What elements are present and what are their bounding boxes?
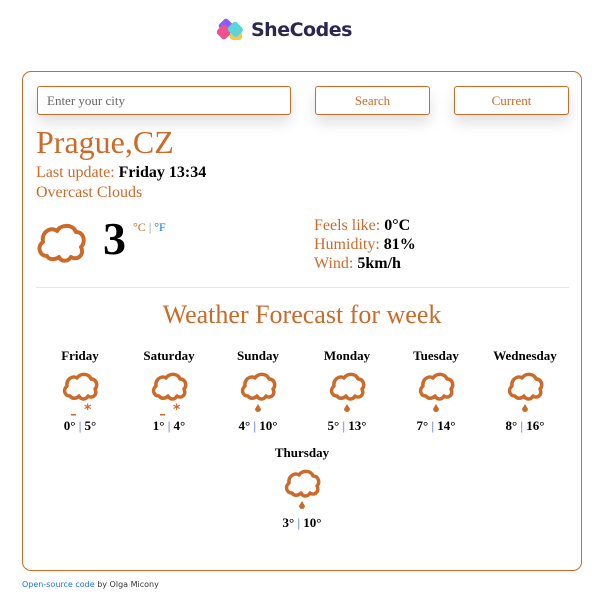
feels-like: Feels like: 0°C	[314, 217, 411, 234]
wind-dash-icon	[71, 414, 76, 416]
cloud-rain-icon	[418, 372, 455, 412]
forecast-day-name: Friday	[61, 348, 99, 363]
city-name: Prague,CZ	[36, 124, 174, 160]
forecast-temps: 7° | 14°	[396, 418, 476, 434]
logo-text: SheCodes	[251, 19, 352, 41]
raindrop-icon	[522, 404, 528, 412]
forecast-max: 16°	[526, 418, 545, 433]
search-button[interactable]: Search	[315, 86, 430, 115]
cloud-rain-icon	[284, 469, 321, 509]
humidity-value: 81%	[383, 236, 416, 253]
current-location-button[interactable]: Current	[454, 86, 569, 115]
forecast-day-name: Saturday	[143, 348, 195, 363]
last-update: Last update: Friday 13:34	[36, 164, 206, 182]
raindrop-icon	[344, 404, 350, 412]
cloud-snow-icon: *	[62, 372, 99, 416]
celsius-link[interactable]: °C	[133, 220, 146, 234]
forecast-day: Friday * 0° | 5°	[40, 348, 120, 434]
forecast-min: 0°	[63, 418, 76, 433]
forecast-max: 14°	[437, 418, 456, 433]
forecast-separator: |	[167, 418, 171, 433]
weather-description: Overcast Clouds	[36, 184, 143, 201]
forecast-day: Saturday * 1° | 4°	[129, 348, 209, 434]
forecast-max: 5°	[84, 418, 97, 433]
forecast-separator: |	[520, 418, 524, 433]
forecast-max: 13°	[348, 418, 367, 433]
forecast-day-name: Wednesday	[493, 348, 557, 363]
forecast-day: Wednesday 8° | 16°	[485, 348, 565, 434]
forecast-day-name: Tuesday	[413, 348, 459, 363]
forecast-temps: 1° | 4°	[129, 418, 209, 434]
forecast-min: 5°	[327, 418, 340, 433]
forecast-title: Weather Forecast for week	[162, 300, 442, 329]
unit-toggle: °C | °F	[133, 220, 166, 235]
forecast-max: 10°	[303, 515, 322, 530]
shecodes-logo: SheCodes	[217, 16, 352, 44]
last-update-label: Last update:	[36, 164, 115, 181]
forecast-day: Monday 5° | 13°	[307, 348, 387, 434]
forecast-min: 4°	[238, 418, 251, 433]
forecast-separator: |	[78, 418, 82, 433]
forecast-separator: |	[431, 418, 435, 433]
cloud-icon	[37, 223, 86, 263]
cloud-rain-icon	[507, 372, 544, 412]
weather-card: Search Current Prague,CZ Last update: Fr…	[22, 71, 582, 571]
forecast-temps: 3° | 10°	[262, 515, 342, 531]
raindrop-icon	[433, 404, 439, 412]
city-search-input[interactable]	[37, 86, 291, 115]
humidity: Humidity: 81%	[314, 236, 416, 253]
forecast-min: 7°	[416, 418, 429, 433]
divider	[36, 287, 569, 288]
shecodes-logo-icon	[217, 18, 243, 40]
wind-value: 5km/h	[357, 255, 401, 272]
forecast-temps: 8° | 16°	[485, 418, 565, 434]
last-update-value: Friday 13:34	[118, 164, 207, 181]
snowflake-icon: *	[173, 402, 181, 416]
forecast-day: Sunday 4° | 10°	[218, 348, 298, 434]
cloud-rain-icon	[329, 372, 366, 412]
open-source-link[interactable]: Open-source code	[22, 580, 95, 589]
forecast-min: 8°	[505, 418, 518, 433]
weather-details: Feels like: 0°C Humidity: 81% Wind: 5km/…	[314, 216, 416, 273]
forecast-temps: 0° | 5°	[40, 418, 120, 434]
forecast-day-name: Monday	[323, 348, 371, 363]
forecast-min: 1°	[152, 418, 165, 433]
author-text: by Olga Micony	[94, 580, 159, 589]
forecast-max: 10°	[259, 418, 278, 433]
wind-dash-icon	[160, 414, 165, 416]
forecast-separator: |	[297, 515, 301, 530]
fahrenheit-link[interactable]: °F	[154, 220, 165, 234]
wind: Wind: 5km/h	[314, 255, 401, 272]
cloud-rain-icon	[240, 372, 277, 412]
footer: Open-source code by Olga Micony	[22, 580, 159, 589]
forecast-max: 4°	[173, 418, 186, 433]
forecast-separator: |	[253, 418, 257, 433]
raindrop-icon	[255, 404, 261, 412]
cloud-snow-icon: *	[151, 372, 188, 416]
current-temperature: 3	[103, 213, 126, 264]
forecast-temps: 5° | 13°	[307, 418, 387, 434]
forecast-temps: 4° | 10°	[218, 418, 298, 434]
forecast-day: Tuesday 7° | 14°	[396, 348, 476, 434]
forecast-min: 3°	[282, 515, 295, 530]
snowflake-icon: *	[84, 402, 92, 416]
forecast-day-name: Sunday	[237, 348, 279, 363]
forecast-day: Thursday 3° | 10°	[262, 445, 342, 531]
feels-like-value: 0°C	[384, 217, 411, 234]
forecast-day-name: Thursday	[274, 445, 330, 460]
unit-separator: |	[148, 220, 152, 234]
raindrop-icon	[299, 501, 305, 509]
forecast-separator: |	[342, 418, 346, 433]
